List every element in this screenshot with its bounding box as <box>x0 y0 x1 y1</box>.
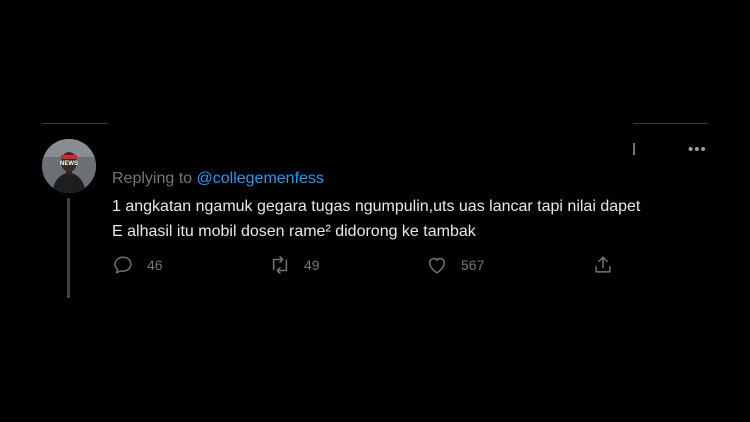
divider-right <box>633 123 708 124</box>
share-icon <box>595 256 611 273</box>
retweet-button[interactable]: 49 <box>269 254 320 276</box>
tweet-text-line: 1 angkatan ngamuk gegara tugas ngumpulin… <box>112 198 641 215</box>
avatar-badge: NEWS <box>60 161 78 167</box>
like-count: 567 <box>461 257 485 273</box>
reply-button[interactable]: 46 <box>112 254 163 276</box>
more-icon[interactable]: ••• <box>688 141 707 159</box>
like-button[interactable]: 567 <box>426 254 484 276</box>
divider-left <box>42 123 108 124</box>
thread-line <box>67 198 70 298</box>
avatar-image: NEWS <box>42 139 96 193</box>
tweet-text-line: E alhasil itu mobil dosen rame² didorong… <box>112 223 476 240</box>
reply-count: 46 <box>147 257 163 273</box>
retweet-icon <box>272 256 288 274</box>
heart-icon <box>428 257 446 274</box>
share-button[interactable] <box>592 254 614 276</box>
thread-connector <box>633 143 635 155</box>
avatar[interactable]: NEWS <box>42 139 96 193</box>
comment-icon <box>114 256 132 274</box>
replying-handle-link[interactable]: @collegemenfess <box>197 170 324 187</box>
replying-prefix: Replying to <box>112 170 193 187</box>
retweet-count: 49 <box>304 257 320 273</box>
tweet-text: 1 angkatan ngamuk gegara tugas ngumpulin… <box>112 194 712 244</box>
replying-to: Replying to @collegemenfess <box>112 170 324 188</box>
